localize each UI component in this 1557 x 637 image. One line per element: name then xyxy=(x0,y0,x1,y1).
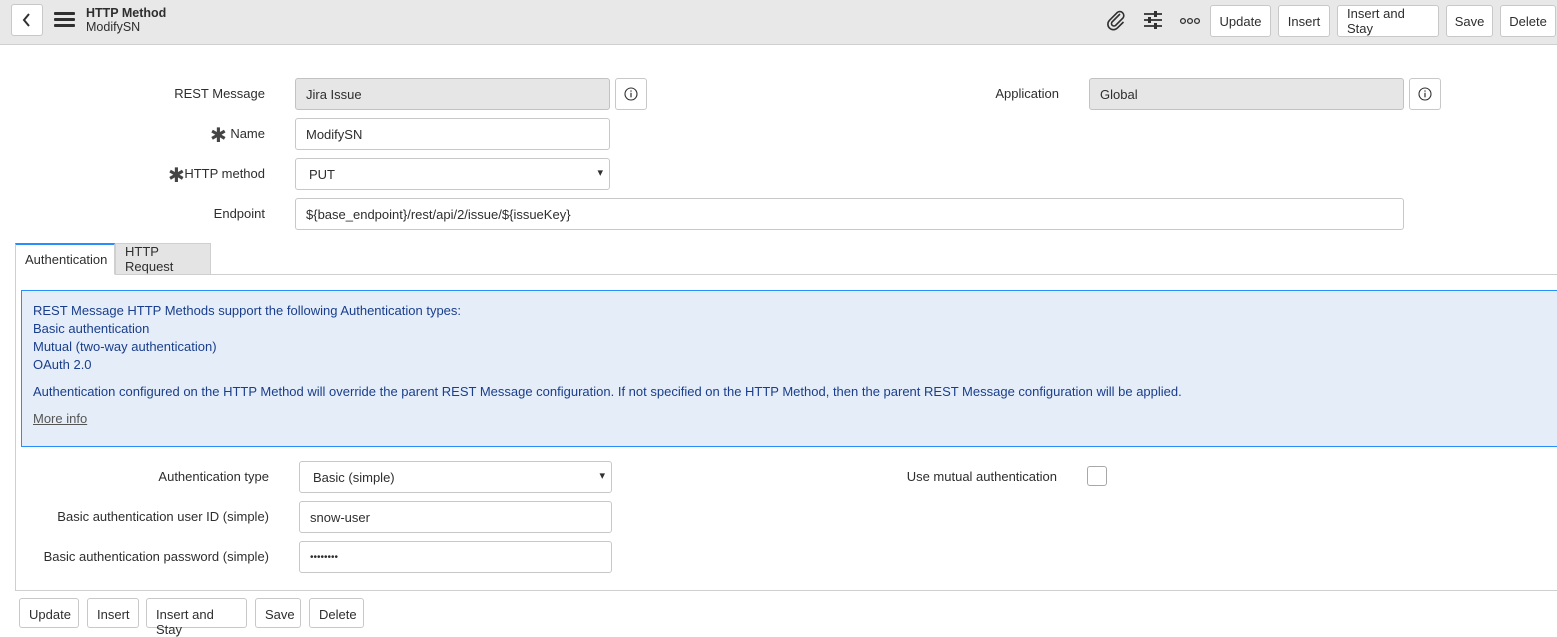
info-icon xyxy=(1418,87,1432,101)
bottom-insert-and-stay-button[interactable]: Insert and Stay xyxy=(146,598,247,637)
tab-authentication[interactable]: Authentication xyxy=(15,243,115,275)
basic-auth-password-label: Basic authentication password (simple) xyxy=(43,549,269,564)
rest-message-label: REST Message xyxy=(174,86,265,101)
application-field: Global xyxy=(1089,78,1404,110)
delete-button[interactable]: Delete xyxy=(1500,5,1556,37)
authentication-type-select[interactable]: Basic (simple) xyxy=(299,461,612,493)
chevron-left-icon xyxy=(22,13,30,27)
insert-button[interactable]: Insert xyxy=(1278,5,1330,37)
sliders-icon[interactable] xyxy=(1142,9,1164,31)
update-button[interactable]: Update xyxy=(1210,5,1271,37)
panel-border xyxy=(15,590,1557,591)
bottom-update-button[interactable]: Update xyxy=(19,598,79,628)
hamburger-menu-icon[interactable] xyxy=(54,10,76,30)
basic-auth-user-id-input[interactable]: snow-user xyxy=(299,501,612,533)
more-icon[interactable] xyxy=(1179,9,1201,31)
application-label: Application xyxy=(995,86,1059,101)
bottom-save-button[interactable]: Save xyxy=(255,598,301,628)
bottom-delete-button[interactable]: Delete xyxy=(309,598,364,628)
tab-divider xyxy=(210,274,1557,275)
info-line: OAuth 2.0 xyxy=(33,357,92,372)
bottom-insert-button[interactable]: Insert xyxy=(87,598,139,628)
save-button[interactable]: Save xyxy=(1446,5,1493,37)
http-method-value: PUT xyxy=(309,166,335,182)
info-override-note: Authentication configured on the HTTP Me… xyxy=(33,384,1182,399)
authentication-type-label: Authentication type xyxy=(158,469,269,484)
name-label: Name xyxy=(230,126,265,141)
authentication-info-box: REST Message HTTP Methods support the fo… xyxy=(21,290,1557,447)
basic-auth-password-input[interactable]: •••••••• xyxy=(299,541,612,573)
record-type-title: HTTP Method xyxy=(86,6,167,20)
tab-http-request[interactable]: HTTP Request xyxy=(115,243,211,275)
basic-auth-user-id-label: Basic authentication user ID (simple) xyxy=(57,509,269,524)
info-line: REST Message HTTP Methods support the fo… xyxy=(33,303,462,318)
info-line: Basic authentication xyxy=(33,321,150,336)
insert-and-stay-button[interactable]: Insert and Stay xyxy=(1337,5,1439,37)
endpoint-input[interactable]: ${base_endpoint}/rest/api/2/issue/${issu… xyxy=(295,198,1404,230)
page-title: HTTP Method ModifySN xyxy=(86,6,166,34)
use-mutual-authentication-checkbox[interactable] xyxy=(1087,466,1107,486)
rest-message-info-button[interactable] xyxy=(615,78,647,110)
paperclip-icon[interactable] xyxy=(1105,9,1127,31)
authentication-type-value: Basic (simple) xyxy=(313,469,395,485)
info-icon xyxy=(624,87,638,101)
application-info-button[interactable] xyxy=(1409,78,1441,110)
info-line: Mutual (two-way authentication) xyxy=(33,339,217,354)
panel-border xyxy=(15,274,16,591)
http-method-select[interactable]: PUT xyxy=(295,158,610,190)
more-info-link[interactable]: More info xyxy=(33,410,1546,428)
rest-message-field: Jira Issue xyxy=(295,78,610,110)
record-name-subtitle: ModifySN xyxy=(86,20,141,34)
back-button[interactable] xyxy=(11,4,43,36)
endpoint-label: Endpoint xyxy=(213,206,265,221)
form-header: HTTP Method ModifySN Update Insert Inser… xyxy=(0,0,1557,45)
use-mutual-authentication-label: Use mutual authentication xyxy=(906,469,1057,484)
name-input[interactable]: ModifySN xyxy=(295,118,610,150)
http-method-label: HTTP method xyxy=(184,166,265,181)
